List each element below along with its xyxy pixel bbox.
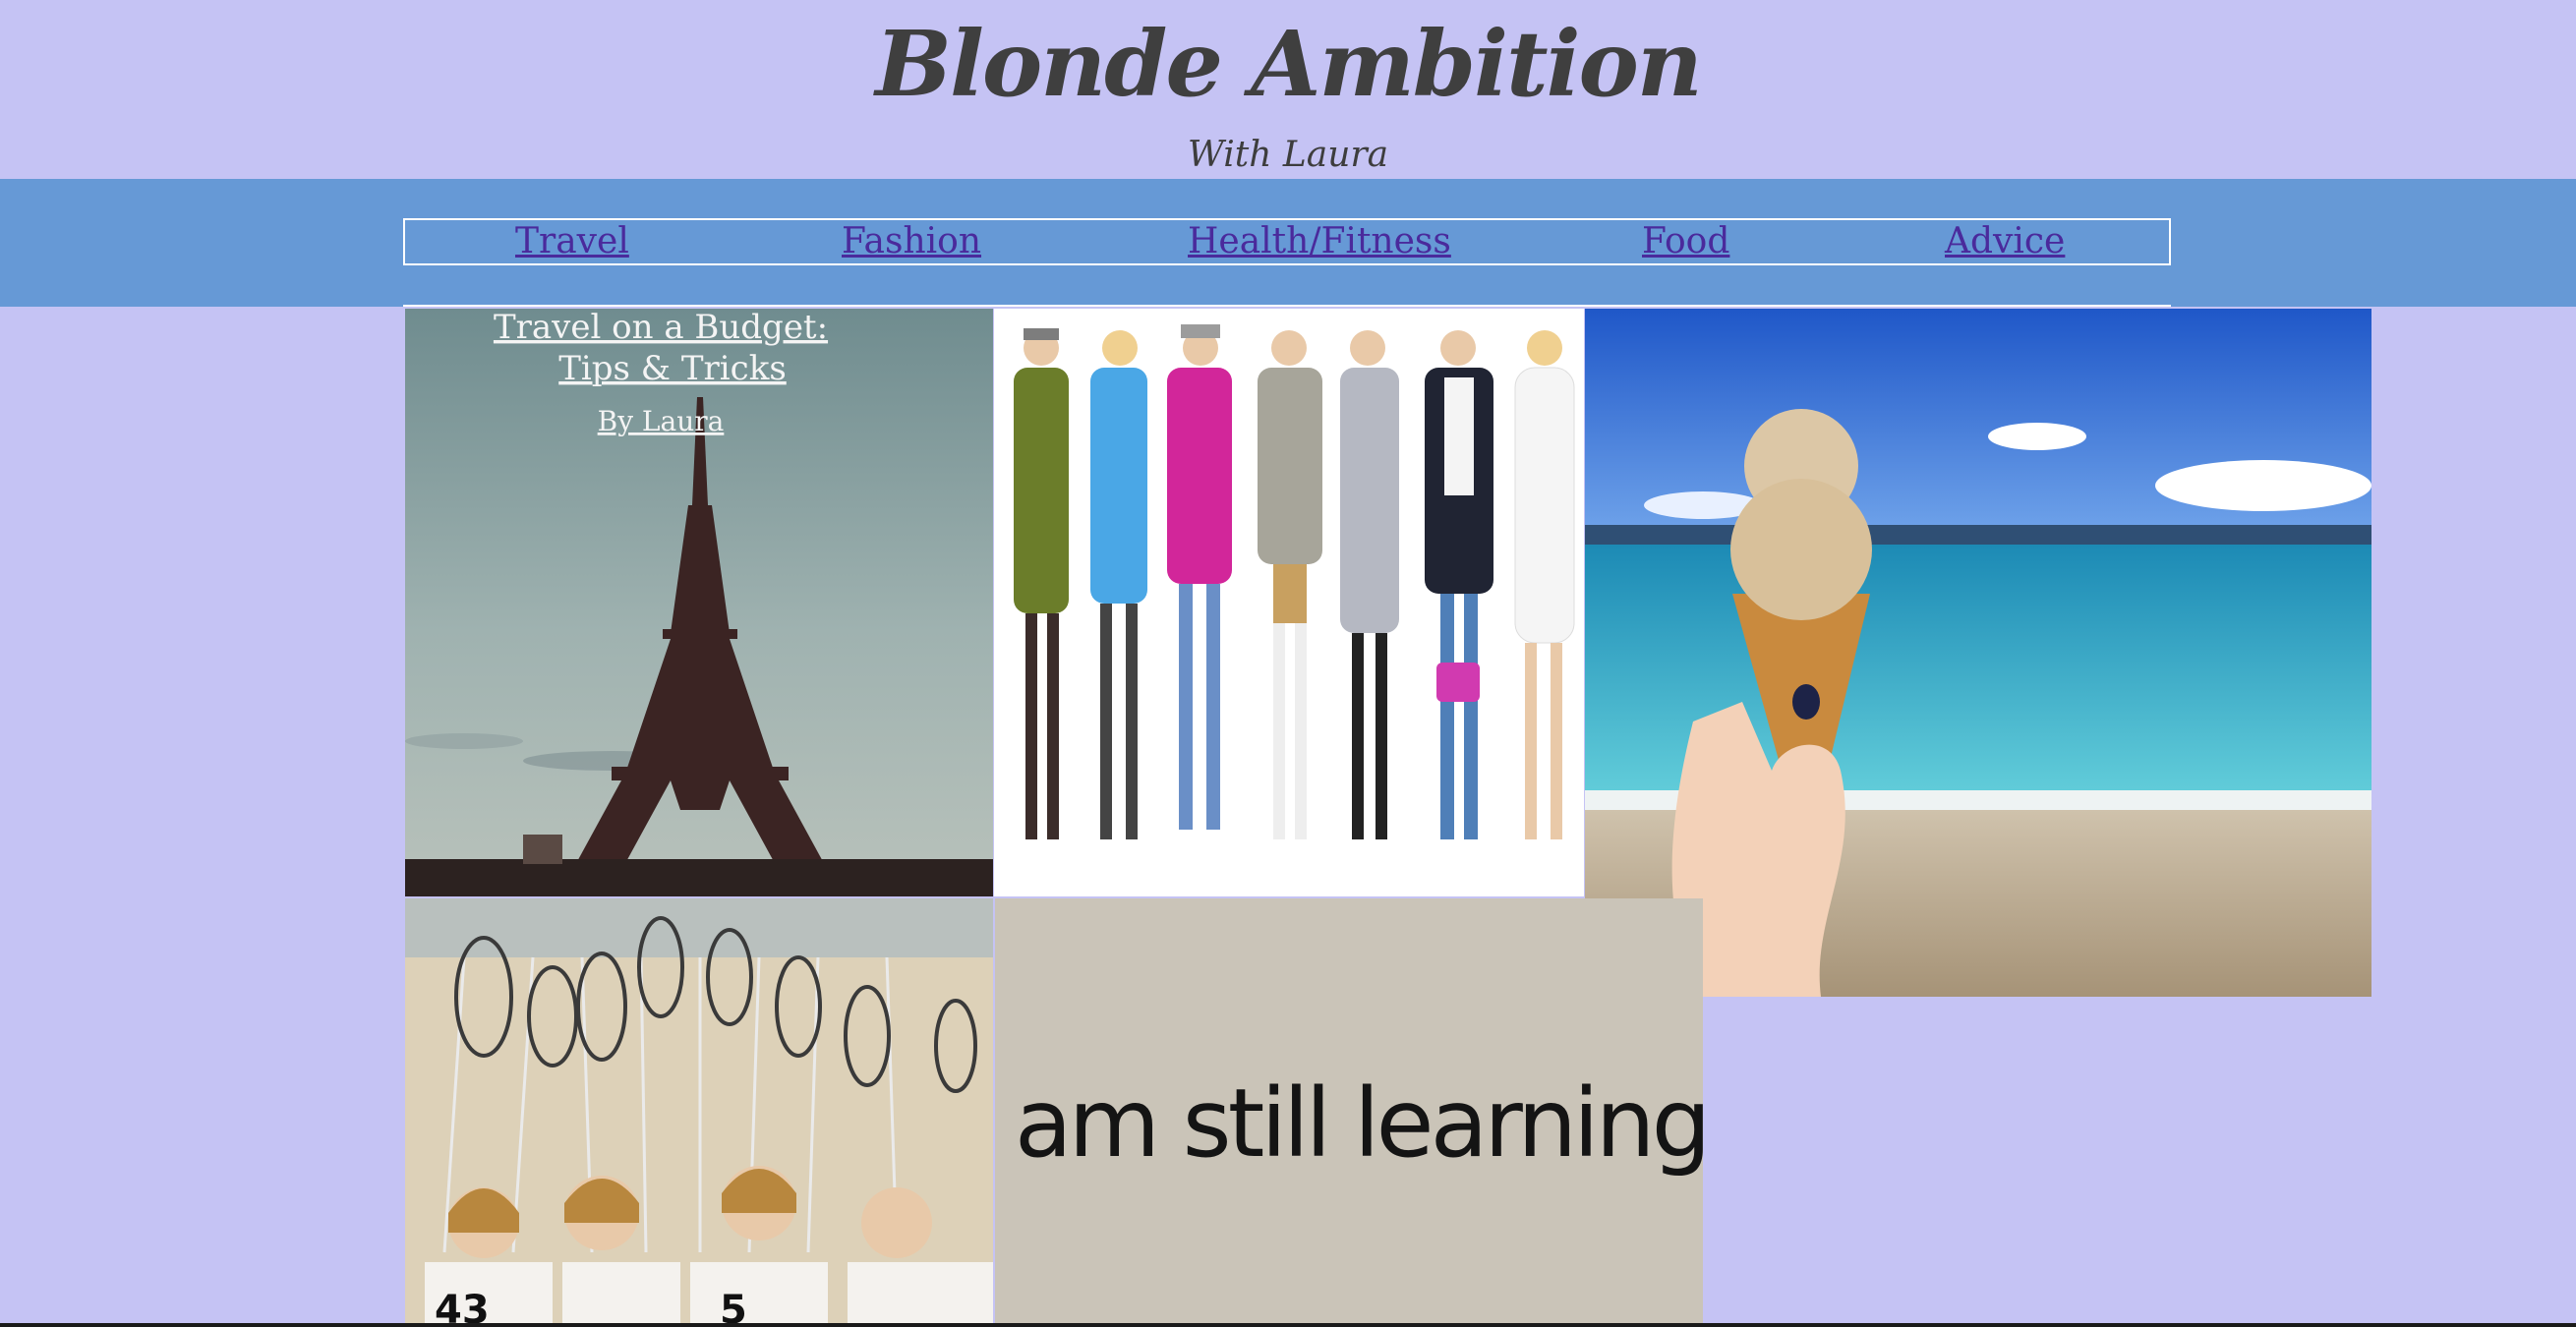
- fashion-image-link[interactable]: [994, 309, 1584, 896]
- advice-image: ”I am still learning.”: [995, 898, 1703, 1327]
- nav-divider: [403, 305, 2171, 307]
- food-image: [1585, 309, 2371, 997]
- travel-title-line1: Travel on a Budget:: [494, 309, 828, 347]
- nav-link-travel[interactable]: Travel: [515, 220, 629, 263]
- fitness-image: 43 5: [405, 898, 993, 1327]
- fitness-image-link[interactable]: 43 5: [405, 898, 993, 1327]
- travel-image: Travel on a Budget: Tips & Tricks By Lau…: [405, 309, 993, 896]
- jersey-number-center: 5: [720, 1288, 747, 1327]
- site-subtitle: With Laura: [1187, 135, 1389, 175]
- nav-link-advice[interactable]: Advice: [1945, 220, 2065, 263]
- nav-link-fashion[interactable]: Fashion: [842, 220, 981, 263]
- fashion-image: [994, 309, 1584, 896]
- site-title: Blonde Ambition: [875, 11, 1703, 117]
- nav-link-food[interactable]: Food: [1642, 220, 1729, 263]
- travel-image-link[interactable]: Travel on a Budget: Tips & Tricks By Lau…: [405, 309, 993, 896]
- page-bottom-border: [0, 1323, 2576, 1327]
- advice-image-link[interactable]: ”I am still learning.”: [995, 898, 1703, 1327]
- navigation-bar: Travel Fashion Health/Fitness Food Advic…: [0, 179, 2576, 307]
- travel-title-line2: Tips & Tricks: [558, 349, 787, 388]
- jersey-number-left: 43: [435, 1288, 490, 1327]
- travel-byline: By Laura: [598, 405, 725, 437]
- nav-link-health-fitness[interactable]: Health/Fitness: [1188, 220, 1451, 263]
- food-image-link[interactable]: [1585, 309, 2371, 997]
- nav-menu: Travel Fashion Health/Fitness Food Advic…: [403, 218, 2171, 265]
- advice-quote: ”I am still learning.”: [995, 1068, 1703, 1179]
